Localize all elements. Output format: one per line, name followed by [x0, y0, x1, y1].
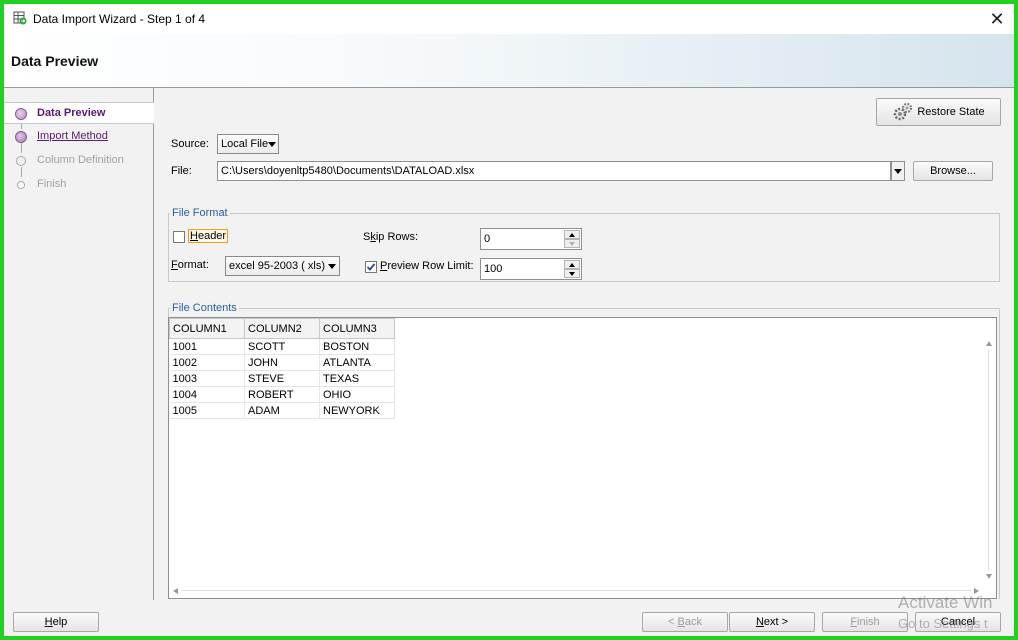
table-row[interactable]: 1002 JOHN ATLANTA	[169, 354, 395, 371]
step-label: Finish	[37, 178, 67, 190]
table-cell: NEWYORK	[319, 402, 395, 419]
data-table: COLUMN1 COLUMN2 COLUMN3 1001 SCOTT BOSTO…	[169, 318, 395, 419]
browse-button[interactable]: Browse...	[913, 161, 993, 181]
window-title: Data Import Wizard - Step 1 of 4	[33, 12, 206, 26]
wizard-window: Data Import Wizard - Step 1 of 4 ✕ Data …	[4, 4, 1014, 636]
column-header[interactable]: COLUMN3	[319, 318, 395, 339]
table-cell: ADAM	[244, 402, 320, 419]
page-banner: Data Preview	[4, 34, 1014, 88]
increment-button[interactable]	[564, 260, 580, 269]
file-contents-title: File Contents	[170, 302, 239, 314]
restore-state-label: Restore State	[917, 106, 985, 118]
footer-bar: Help < Back Next > Finish Cancel	[4, 600, 1014, 636]
title-bar: Data Import Wizard - Step 1 of 4 ✕	[4, 4, 1014, 34]
table-cell: 1005	[169, 402, 245, 419]
step-column-definition: Column Definition	[4, 150, 154, 172]
header-label[interactable]: Header	[188, 229, 229, 243]
main-content: Restore State Source: Local File File: C…	[155, 88, 1014, 600]
source-select[interactable]: Local File	[217, 134, 279, 154]
file-label: File:	[171, 165, 192, 177]
table-cell: ROBERT	[244, 386, 320, 403]
column-header[interactable]: COLUMN1	[169, 318, 245, 339]
scroll-down-icon[interactable]	[986, 574, 992, 579]
table-cell: 1004	[169, 386, 245, 403]
preview-limit-value: 100	[484, 263, 503, 275]
header-checkbox[interactable]	[173, 231, 185, 243]
page-title: Data Preview	[11, 53, 99, 69]
horizontal-scrollbar[interactable]	[170, 585, 982, 597]
activation-watermark-line2: Go to Settings t	[898, 616, 988, 631]
file-path-value: C:\Users\doyenltp5480\Documents\DATALOAD…	[221, 165, 475, 177]
preview-limit-spinner[interactable]: 100	[480, 258, 582, 280]
table-cell: 1003	[169, 370, 245, 387]
scroll-up-icon[interactable]	[986, 341, 992, 346]
table-cell: 1001	[169, 338, 245, 355]
gears-icon	[894, 102, 913, 121]
step-label: Import Method	[37, 130, 108, 142]
chevron-down-icon	[328, 264, 336, 269]
scroll-left-icon[interactable]	[173, 588, 178, 594]
table-cell: TEXAS	[319, 370, 395, 387]
back-button[interactable]: < Back	[642, 612, 728, 632]
checkmark-icon	[366, 263, 376, 271]
restore-state-button[interactable]: Restore State	[876, 98, 1001, 126]
database-import-icon	[13, 11, 27, 25]
preview-limit-checkbox[interactable]	[365, 261, 377, 273]
table-cell: SCOTT	[244, 338, 320, 355]
skip-rows-spinner[interactable]: 0	[480, 228, 582, 250]
decrement-button[interactable]	[564, 239, 580, 248]
table-cell: ATLANTA	[319, 354, 395, 371]
format-label: Format:	[171, 259, 209, 271]
chevron-down-icon	[268, 142, 276, 147]
header-label-text: eader	[197, 230, 227, 242]
table-row[interactable]: 1005 ADAM NEWYORK	[169, 402, 395, 419]
table-cell: STEVE	[244, 370, 320, 387]
table-header-row: COLUMN1 COLUMN2 COLUMN3	[169, 318, 395, 339]
source-value: Local File	[221, 138, 269, 150]
table-cell: JOHN	[244, 354, 320, 371]
increment-button[interactable]	[564, 230, 580, 239]
help-label-text: elp	[52, 616, 68, 628]
step-disabled-icon	[17, 181, 25, 189]
step-finish: Finish	[4, 174, 154, 196]
help-button[interactable]: Help	[13, 612, 99, 632]
table-row[interactable]: 1004 ROBERT OHIO	[169, 386, 395, 403]
skip-rows-value: 0	[484, 233, 491, 245]
step-label: Column Definition	[37, 154, 124, 166]
next-button[interactable]: Next >	[729, 612, 815, 632]
step-import-method[interactable]: Import Method	[4, 126, 154, 148]
close-icon[interactable]: ✕	[980, 4, 1014, 34]
chevron-down-icon	[894, 169, 902, 174]
file-history-dropdown[interactable]	[891, 161, 905, 181]
step-pending-icon	[15, 131, 27, 143]
table-row[interactable]: 1003 STEVE TEXAS	[169, 370, 395, 387]
wizard-steps-nav: Data Preview Import Method Column Defini…	[4, 88, 154, 600]
preview-limit-label: Preview Row Limit:	[380, 260, 474, 272]
activation-watermark-line1: Activate Win	[898, 593, 993, 612]
table-cell: 1002	[169, 354, 245, 371]
step-disabled-icon	[16, 156, 26, 166]
table-row[interactable]: 1001 SCOTT BOSTON	[169, 338, 395, 355]
file-contents-grid[interactable]: COLUMN1 COLUMN2 COLUMN3 1001 SCOTT BOSTO…	[168, 317, 997, 599]
source-label: Source:	[171, 138, 209, 150]
step-label: Data Preview	[37, 107, 106, 119]
finish-button[interactable]: Finish	[822, 612, 908, 632]
file-format-title: File Format	[170, 207, 230, 219]
format-select[interactable]: excel 95-2003 ( xls)	[225, 256, 340, 276]
decrement-button[interactable]	[564, 269, 580, 278]
file-path-input[interactable]: C:\Users\doyenltp5480\Documents\DATALOAD…	[217, 161, 891, 181]
table-cell: OHIO	[319, 386, 395, 403]
column-header[interactable]: COLUMN2	[244, 318, 320, 339]
format-value: excel 95-2003 ( xls)	[229, 260, 325, 272]
step-active-icon	[15, 108, 27, 120]
step-data-preview[interactable]: Data Preview	[4, 102, 154, 124]
skip-rows-label: Skip Rows:	[363, 231, 419, 243]
table-cell: BOSTON	[319, 338, 395, 355]
vertical-scrollbar[interactable]	[983, 338, 995, 582]
